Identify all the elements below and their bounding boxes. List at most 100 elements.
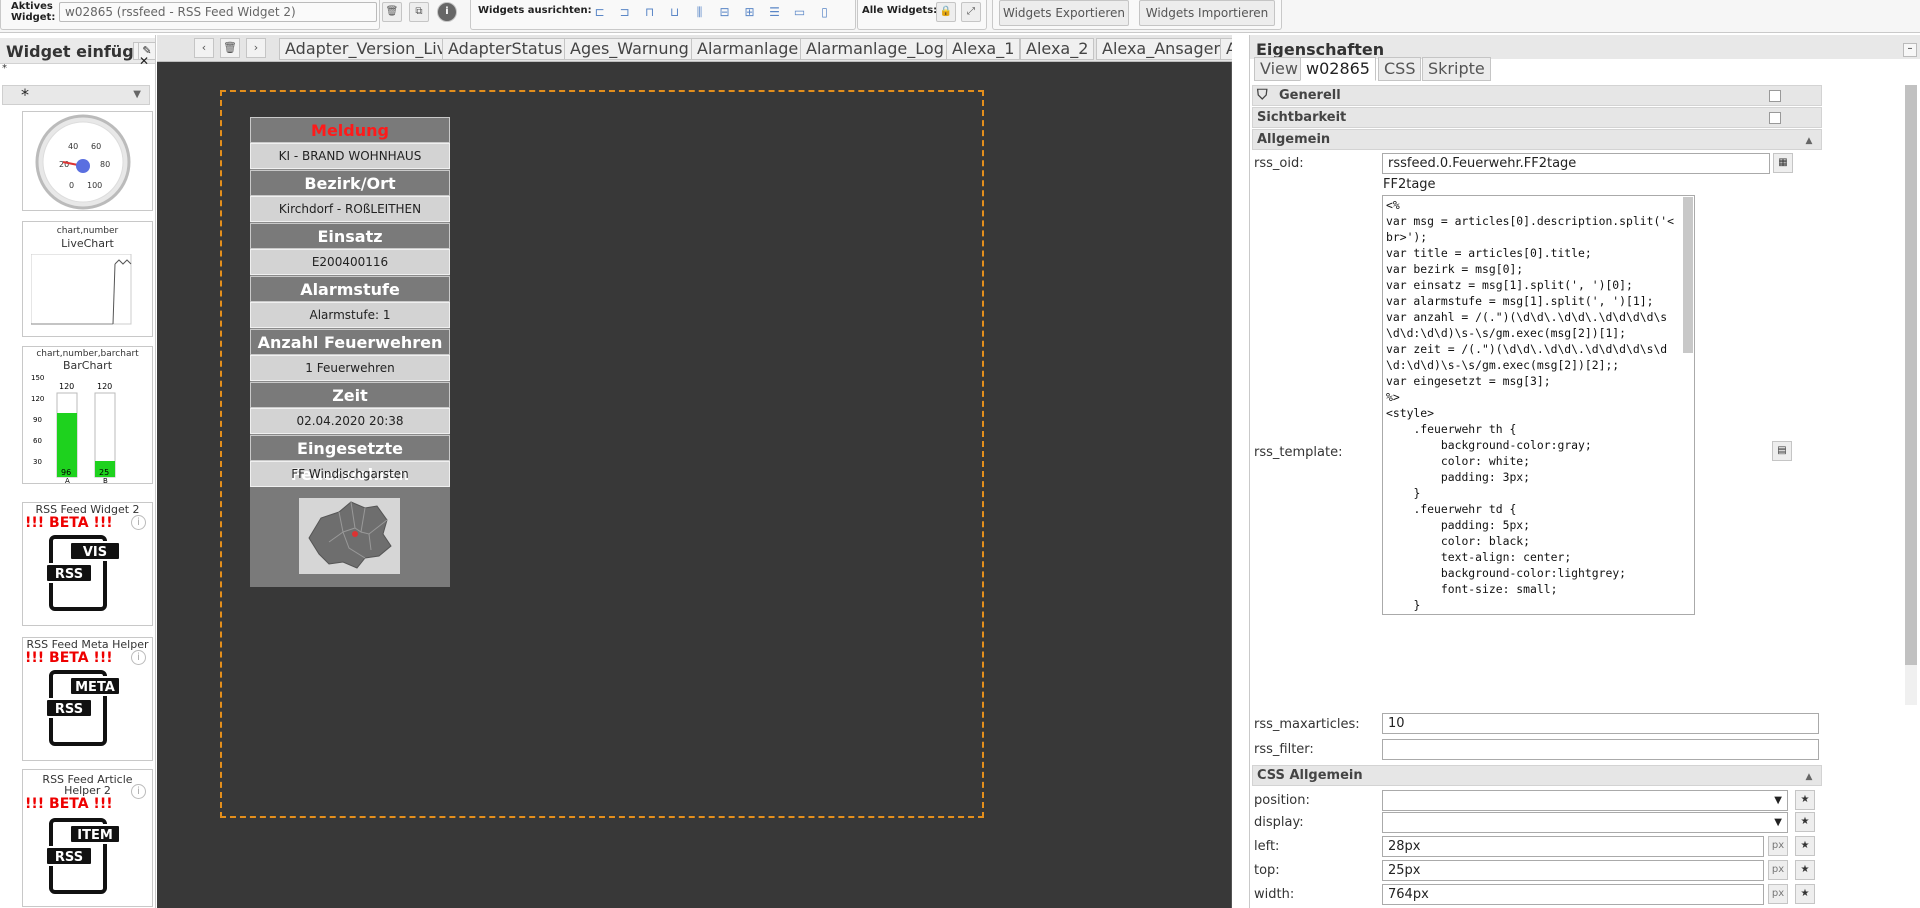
edit-template-icon[interactable]: ▤ <box>1772 441 1792 461</box>
align-right-icon[interactable]: ⊐ <box>617 5 632 20</box>
width-input[interactable]: 764px <box>1382 884 1764 905</box>
fw-value-bezirk: Kirchdorf - ROßLEITHEN <box>250 196 450 222</box>
rss-filter-input[interactable] <box>1382 739 1819 760</box>
properties-scrollbar-thumb[interactable] <box>1905 85 1917 665</box>
rss-template-editor[interactable]: <% var msg = articles[0].description.spl… <box>1382 195 1695 615</box>
bar-axis-tick: 120 <box>31 395 44 403</box>
info-icon[interactable]: i <box>131 515 146 530</box>
rss-filter-label: rss_filter: <box>1254 742 1314 757</box>
tab-view[interactable]: Alexa_2 <box>1020 38 1095 60</box>
info-icon[interactable]: i <box>131 784 146 799</box>
top-toolbar: Aktives Widget: w02865 (rssfeed - RSS Fe… <box>0 0 1920 33</box>
view-tabs-bar: ‹ 🗑 › Adapter_Version_Liv AdapterStatus … <box>157 35 1232 62</box>
gauge-tick: 0 <box>69 181 74 190</box>
view-work-area[interactable]: Meldung KI - BRAND WOHNHAUS Bezirk/Ort K… <box>220 90 984 818</box>
minimize-icon[interactable]: – <box>1903 43 1917 57</box>
rss-oid-input[interactable]: rssfeed.0.Feuerwehr.FF2tage <box>1382 153 1770 174</box>
group-css-allgemein-label: CSS Allgemein <box>1257 768 1363 783</box>
fw-image-cell <box>250 487 450 587</box>
align-top-icon[interactable]: ⊓ <box>642 5 657 20</box>
doc-bottom-label: RSS <box>45 846 93 866</box>
group-css-allgemein[interactable]: CSS Allgemein ▲ <box>1252 765 1822 786</box>
distribute-v-icon[interactable]: ☰ <box>767 5 782 20</box>
chevron-left-icon[interactable]: ‹ <box>194 38 214 58</box>
tab-view[interactable]: Alexa_1 <box>946 38 1021 60</box>
rss-doc-icon: VIS RSS <box>45 535 121 611</box>
barchart-preview: 150 120 90 60 30 120 120 96 25 A B <box>31 374 116 483</box>
fullscreen-icon[interactable]: ⤢ <box>961 2 981 22</box>
top-unit[interactable]: px <box>1768 860 1788 880</box>
info-icon[interactable]: i <box>131 650 146 665</box>
copy-widget-button[interactable]: ⧉ <box>409 2 429 22</box>
star-icon[interactable]: ★ <box>1795 790 1815 810</box>
fw-header-anzahl: Anzahl Feuerwehren <box>250 329 450 355</box>
export-widgets-button[interactable]: Widgets Exportieren <box>999 0 1129 26</box>
info-icon[interactable]: i <box>437 2 457 22</box>
width-unit[interactable]: px <box>1768 884 1788 904</box>
left-label: left: <box>1254 839 1280 854</box>
widget-filter-input[interactable]: * <box>2 64 152 75</box>
delete-widget-button[interactable]: 🗑 <box>382 2 402 22</box>
star-icon[interactable]: ★ <box>1795 812 1815 832</box>
collapse-up-icon[interactable]: ▲ <box>1801 132 1817 147</box>
tab-scripts[interactable]: Skripte <box>1422 57 1491 81</box>
rss-maxarticles-input[interactable]: 10 <box>1382 713 1819 734</box>
fw-header-bezirk: Bezirk/Ort <box>250 170 450 196</box>
fw-header-zeit: Zeit <box>250 382 450 408</box>
fw-value-eingesetzt: FF Windischgarsten <box>250 461 450 487</box>
star-icon[interactable]: ★ <box>1795 884 1815 904</box>
align-hcenter-icon[interactable]: ⊟ <box>717 5 732 20</box>
same-width-icon[interactable]: ▭ <box>792 5 807 20</box>
tab-view-props[interactable]: View <box>1254 57 1304 81</box>
rss-meta-title: RSS Feed Meta Helper <box>26 638 149 651</box>
align-vcenter-icon[interactable]: ⫼ <box>692 5 707 20</box>
widget-card-rss-feed[interactable]: RSS Feed Widget 2 !!! BETA !!! i VIS RSS <box>22 502 153 626</box>
bar-axis-tick: 60 <box>33 437 42 445</box>
left-input[interactable]: 28px <box>1382 836 1764 857</box>
star-icon[interactable]: ★ <box>1795 860 1815 880</box>
tab-view[interactable]: Alarmanlage <box>691 38 805 60</box>
tab-view[interactable]: AdapterStatus <box>442 38 569 60</box>
widget-card-barchart[interactable]: chart,number,barchart BarChart 150 120 9… <box>22 346 153 484</box>
top-input[interactable]: 25px <box>1382 860 1764 881</box>
tab-view[interactable]: Ages_Warnung <box>564 38 695 60</box>
widget-card-livechart[interactable]: chart,number LiveChart <box>22 221 153 337</box>
widget-card-gauge[interactable]: 20 40 60 80 0 100 <box>22 111 153 211</box>
distribute-h-icon[interactable]: ⊞ <box>742 5 757 20</box>
category-select[interactable]: * ▼ <box>2 85 150 105</box>
template-scrollbar[interactable] <box>1683 197 1693 353</box>
select-oid-icon[interactable]: ▦ <box>1773 153 1793 173</box>
same-height-icon[interactable]: ▯ <box>817 5 832 20</box>
tab-view[interactable]: Alexa_Ansagen <box>1096 38 1230 60</box>
display-select[interactable]: ▼ <box>1382 812 1788 833</box>
collapse-up-icon[interactable]: ▲ <box>1801 768 1817 783</box>
import-widgets-button[interactable]: Widgets Importieren <box>1139 0 1275 26</box>
district-map-image <box>299 498 400 574</box>
active-widget-group: Aktives Widget: w02865 (rssfeed - RSS Fe… <box>0 0 380 30</box>
group-generell-checkbox[interactable] <box>1769 90 1781 102</box>
widget-card-rss-meta[interactable]: RSS Feed Meta Helper !!! BETA !!! i META… <box>22 637 153 761</box>
chevron-right-icon[interactable]: › <box>246 38 266 58</box>
rss-feed-widget[interactable]: Meldung KI - BRAND WOHNHAUS Bezirk/Ort K… <box>250 117 450 587</box>
filter-icon: ⛉ <box>1257 87 1268 103</box>
widget-card-rss-article[interactable]: RSS Feed Article Helper 2 !!! BETA !!! i… <box>22 769 153 907</box>
tab-view[interactable]: Adapter_Version_Liv <box>279 38 453 60</box>
position-select[interactable]: ▼ <box>1382 790 1788 811</box>
tab-css[interactable]: CSS <box>1378 57 1422 81</box>
star-icon[interactable]: ★ <box>1795 836 1815 856</box>
group-generell[interactable]: ⛉ Generell <box>1252 85 1822 106</box>
rss-template-text[interactable]: <% var msg = articles[0].description.spl… <box>1386 197 1678 614</box>
group-sichtbarkeit-checkbox[interactable] <box>1769 112 1781 124</box>
trash-icon[interactable]: 🗑 <box>220 38 240 58</box>
rss-article-doc-icon: ITEM RSS <box>45 818 121 894</box>
lock-icon[interactable]: 🔒 <box>936 2 956 22</box>
tab-widget-props[interactable]: w02865 <box>1300 57 1376 81</box>
left-unit[interactable]: px <box>1768 836 1788 856</box>
tab-view[interactable]: Alarmanlage_Log <box>800 38 950 60</box>
active-widget-select[interactable]: w02865 (rssfeed - RSS Feed Widget 2) <box>59 2 377 22</box>
group-allgemein[interactable]: Allgemein ▲ <box>1252 129 1822 150</box>
align-bottom-icon[interactable]: ⊔ <box>667 5 682 20</box>
tab-view[interactable]: Al <box>1220 38 1232 60</box>
align-left-icon[interactable]: ⊏ <box>592 5 607 20</box>
group-sichtbarkeit[interactable]: Sichtbarkeit <box>1252 107 1822 128</box>
